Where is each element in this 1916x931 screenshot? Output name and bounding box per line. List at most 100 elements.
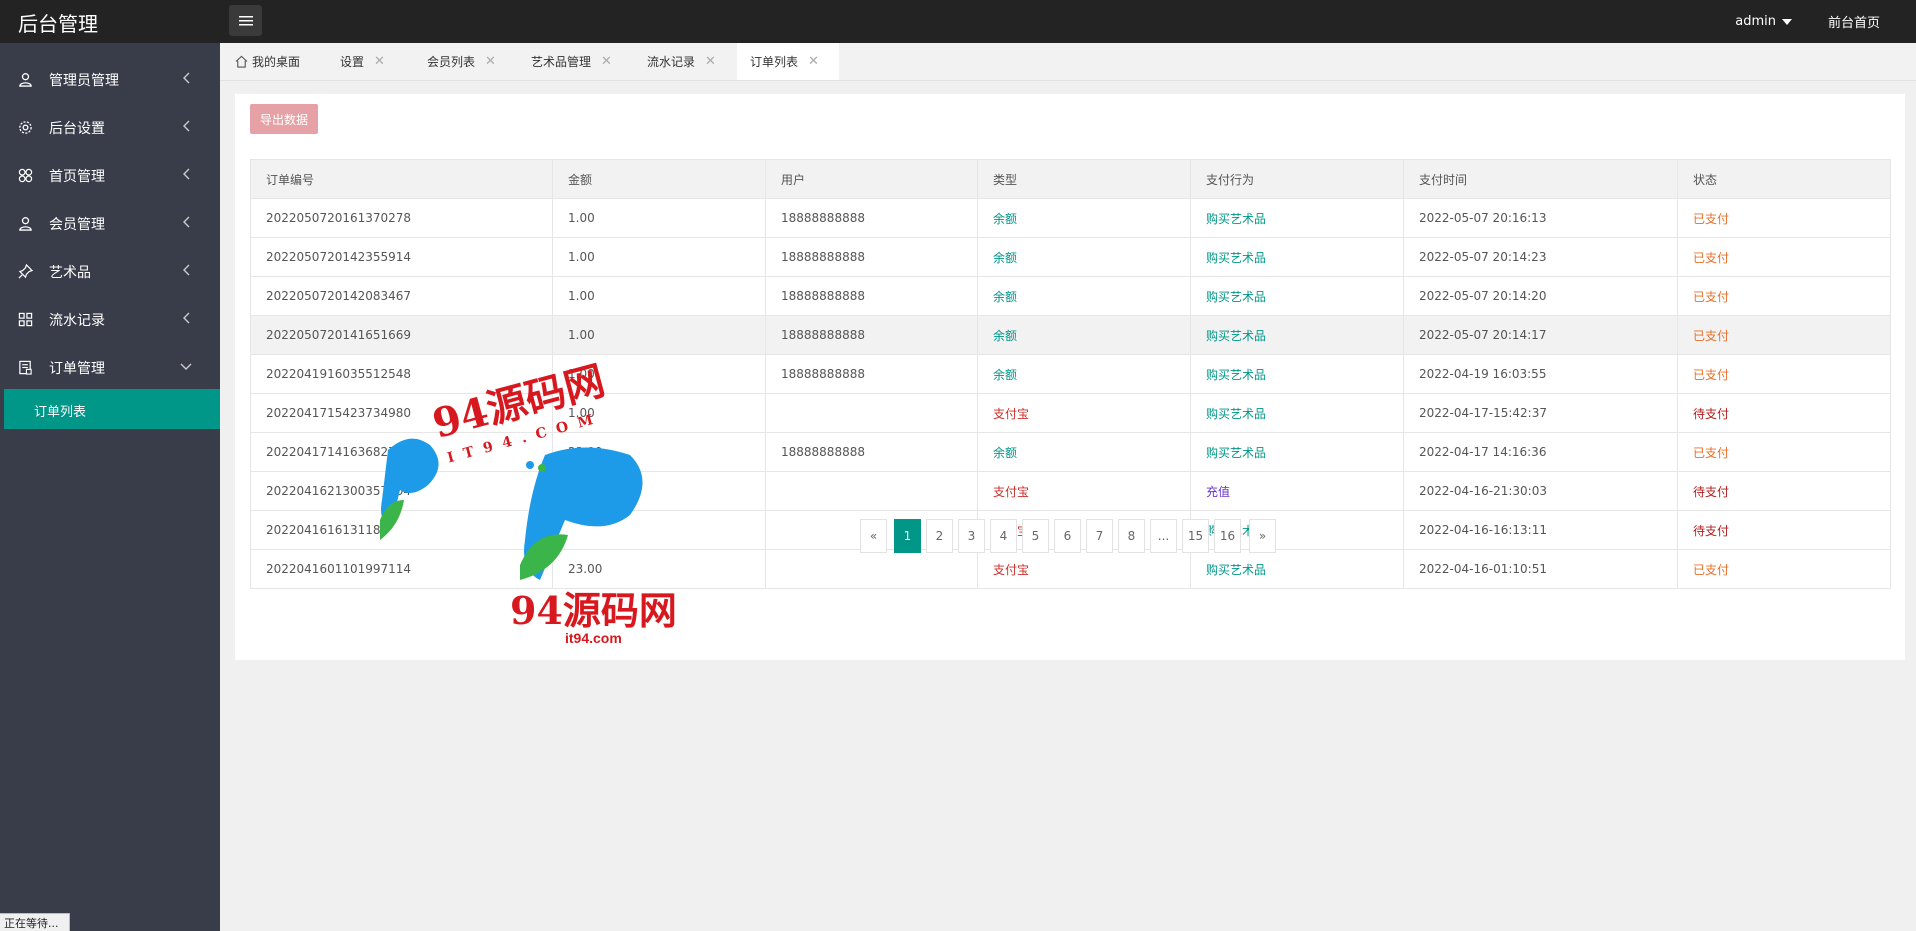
pay-time-cell: 2022-05-07 20:14:17 xyxy=(1403,315,1678,355)
page-button-5[interactable]: 5 xyxy=(1022,519,1049,553)
tab-member-list[interactable]: 会员列表 ✕ xyxy=(427,43,496,80)
user-cell: 18888888888 xyxy=(765,237,978,277)
user-cell xyxy=(765,549,978,589)
sidebar-item-homepage-management[interactable]: 首页管理 xyxy=(0,151,220,199)
amount-cell: 1.00 xyxy=(552,276,766,316)
status-cell: 待支付 xyxy=(1677,471,1891,511)
page-button-7[interactable]: 7 xyxy=(1086,519,1113,553)
prev-page-button[interactable]: « xyxy=(860,519,887,553)
page-button-2[interactable]: 2 xyxy=(926,519,953,553)
sidebar-item-member-management[interactable]: 会员管理 xyxy=(0,199,220,247)
page-button-16[interactable]: 16 xyxy=(1214,519,1241,553)
sidebar-item-label: 订单管理 xyxy=(49,361,105,377)
front-page-link[interactable]: 前台首页 xyxy=(1828,12,1880,31)
sidebar-item-order-management[interactable]: 订单管理 xyxy=(0,343,220,391)
column-header: 金额 xyxy=(552,159,766,199)
type-cell: 支付宝 xyxy=(977,471,1191,511)
admin-user-menu[interactable]: admin xyxy=(1735,14,1792,29)
page-button-4[interactable]: 4 xyxy=(990,519,1017,553)
tab-label: 订单列表 xyxy=(750,55,799,69)
status-cell: 已支付 xyxy=(1677,432,1891,472)
pay-action-cell: 购买艺术品 xyxy=(1190,432,1404,472)
pay-time-cell: 2022-05-07 20:16:13 xyxy=(1403,198,1678,238)
pay-time-cell: 2022-04-17-15:42:37 xyxy=(1403,393,1678,433)
gear-icon xyxy=(19,121,32,134)
status-cell: 已支付 xyxy=(1677,549,1891,589)
page-button-3[interactable]: 3 xyxy=(958,519,985,553)
chevron-left-icon xyxy=(183,312,190,324)
sidebar-subitem-order-list[interactable]: 订单列表 xyxy=(4,389,220,429)
page-button-1[interactable]: 1 xyxy=(894,519,921,553)
column-header: 支付时间 xyxy=(1403,159,1678,199)
pay-action-cell: 购买艺术品 xyxy=(1190,198,1404,238)
tab-transaction-records[interactable]: 流水记录 ✕ xyxy=(647,43,716,80)
page-ellipsis: ... xyxy=(1150,519,1177,553)
column-header: 类型 xyxy=(977,159,1191,199)
close-icon[interactable]: ✕ xyxy=(601,54,612,69)
chevron-left-icon xyxy=(183,216,190,228)
page-button-15[interactable]: 15 xyxy=(1182,519,1209,553)
sidebar-item-label: 首页管理 xyxy=(49,169,105,185)
close-icon[interactable]: ✕ xyxy=(485,54,496,69)
pay-time-cell: 2022-04-16-01:10:51 xyxy=(1403,549,1678,589)
document-icon xyxy=(19,360,32,375)
export-data-button[interactable]: 导出数据 xyxy=(250,104,318,134)
admin-username: admin xyxy=(1735,14,1776,29)
pagination: « 1 2 3 4 5 6 7 8 ... 15 16 » xyxy=(0,519,1916,553)
pay-time-cell: 2022-05-07 20:14:20 xyxy=(1403,276,1678,316)
amount-cell: 1.00 xyxy=(552,198,766,238)
sidebar-item-admin-management[interactable]: 管理员管理 xyxy=(0,55,220,103)
user-icon xyxy=(19,73,32,87)
table-row[interactable]: 2022050720142355914 1.00 18888888888 余额 … xyxy=(250,237,1891,277)
tab-label: 艺术品管理 xyxy=(531,55,592,69)
watermark-text-3: 94源码网 xyxy=(510,588,677,633)
sidebar-item-label: 会员管理 xyxy=(49,217,105,233)
type-cell: 余额 xyxy=(977,354,1191,394)
sidebar-item-backend-settings[interactable]: 后台设置 xyxy=(0,103,220,151)
user-cell xyxy=(765,393,978,433)
close-icon[interactable]: ✕ xyxy=(374,54,385,69)
type-cell: 余额 xyxy=(977,198,1191,238)
amount-cell: 1.00 xyxy=(552,237,766,277)
tab-my-desktop[interactable]: 我的桌面 xyxy=(235,43,300,80)
page-button-8[interactable]: 8 xyxy=(1118,519,1145,553)
user-icon xyxy=(19,217,32,231)
tab-label: 会员列表 xyxy=(427,55,476,69)
tab-artwork-management[interactable]: 艺术品管理 ✕ xyxy=(531,43,612,80)
close-icon[interactable]: ✕ xyxy=(808,54,819,69)
next-page-button[interactable]: » xyxy=(1249,519,1276,553)
sidebar-item-transaction-records[interactable]: 流水记录 xyxy=(0,295,220,343)
table-row[interactable]: 2022050720161370278 1.00 18888888888 余额 … xyxy=(250,198,1891,238)
status-cell: 已支付 xyxy=(1677,276,1891,316)
menu-toggle-button[interactable] xyxy=(229,5,262,36)
table-row[interactable]: 2022050720142083467 1.00 18888888888 余额 … xyxy=(250,276,1891,316)
sidebar-item-artwork[interactable]: 艺术品 xyxy=(0,247,220,295)
close-icon[interactable]: ✕ xyxy=(705,54,716,69)
column-header: 支付行为 xyxy=(1190,159,1404,199)
tab-settings[interactable]: 设置 ✕ xyxy=(340,43,385,80)
amount-cell: 1.00 xyxy=(552,315,766,355)
column-header: 用户 xyxy=(765,159,978,199)
page-button-6[interactable]: 6 xyxy=(1054,519,1081,553)
pay-action-cell: 购买艺术品 xyxy=(1190,276,1404,316)
pay-action-cell: 购买艺术品 xyxy=(1190,393,1404,433)
pay-time-cell: 2022-04-17 14:16:36 xyxy=(1403,432,1678,472)
status-cell: 已支付 xyxy=(1677,315,1891,355)
tab-order-list[interactable]: 订单列表 ✕ xyxy=(737,43,839,80)
status-cell: 已支付 xyxy=(1677,354,1891,394)
pay-time-cell: 2022-04-19 16:03:55 xyxy=(1403,354,1678,394)
app-title: 后台管理 xyxy=(18,12,98,36)
grid-icon xyxy=(18,312,33,327)
order-id-cell: 2022050720142083467 xyxy=(250,276,553,316)
watermark: 94源码网 IT94.COM 94源码网 it94.com xyxy=(330,350,690,650)
chevron-down-icon xyxy=(180,363,192,370)
watermark-text-4: it94.com xyxy=(565,630,622,646)
caret-down-icon xyxy=(1781,18,1792,25)
column-header: 订单编号 xyxy=(250,159,553,199)
tab-label: 流水记录 xyxy=(647,55,696,69)
sidebar-item-label: 艺术品 xyxy=(49,265,91,281)
table-row[interactable]: 2022050720141651669 1.00 18888888888 余额 … xyxy=(250,315,1891,355)
home-icon xyxy=(235,55,248,68)
browser-status-bar: 正在等待... xyxy=(0,913,70,931)
table-header-row: 订单编号 金额 用户 类型 支付行为 支付时间 状态 xyxy=(250,159,1891,199)
